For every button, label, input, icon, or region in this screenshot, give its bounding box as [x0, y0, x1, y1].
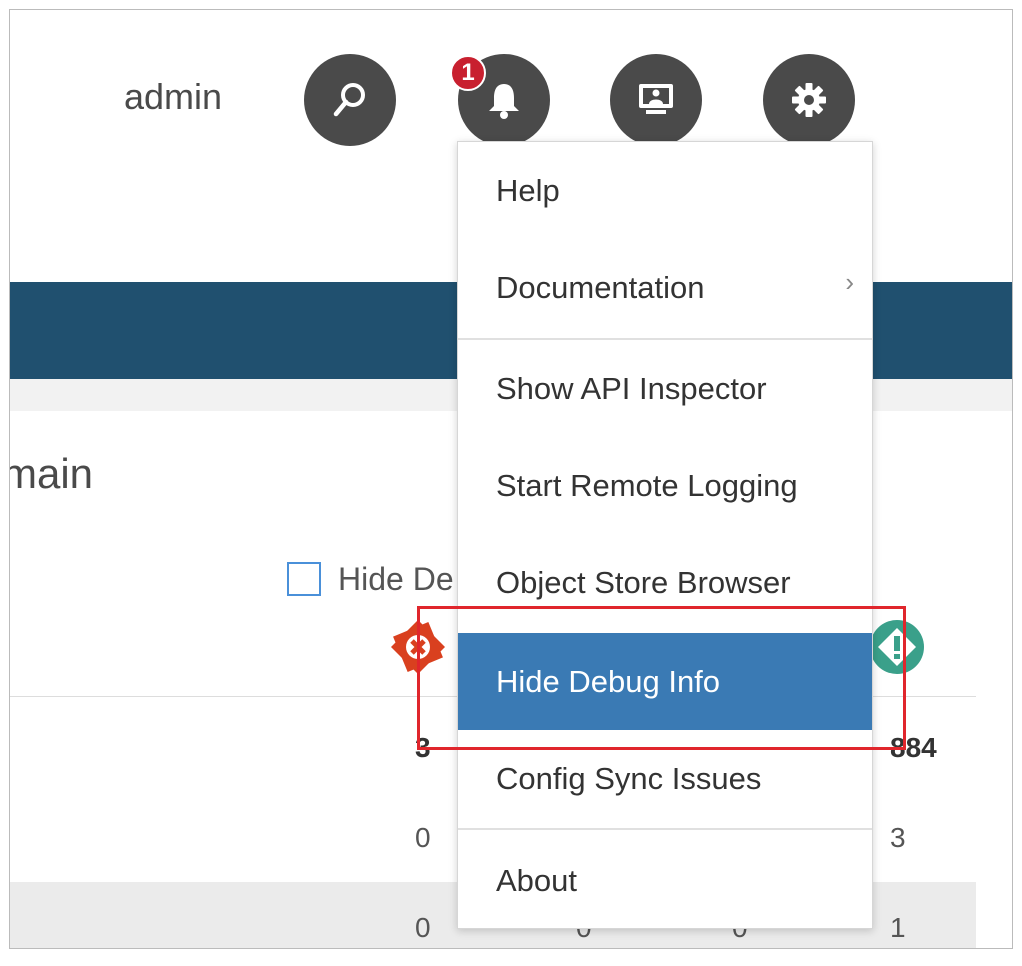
table-cell: 0 — [415, 822, 431, 853]
search-icon — [333, 83, 365, 117]
table-cell: 1 — [890, 912, 906, 943]
menu-item-label: Start Remote Logging — [496, 467, 798, 503]
menu-item-config-sync-issues[interactable]: Config Sync Issues — [458, 730, 872, 827]
hide-debug-checkbox-label: Hide De — [338, 561, 454, 597]
menu-item-label: Show API Inspector — [496, 370, 767, 406]
search-button[interactable] — [304, 54, 396, 146]
table-cell: 0 — [415, 912, 431, 943]
menu-item-hide-debug-info[interactable]: Hide Debug Info — [458, 633, 872, 730]
monitor-icon — [639, 84, 673, 114]
menu-item-label: Hide Debug Info — [496, 663, 721, 699]
table-cell: 884 — [890, 732, 937, 763]
page-title: main — [9, 450, 94, 497]
menu-separator — [458, 828, 872, 830]
chevron-right-icon: › — [845, 267, 854, 297]
app-frame: admin 1 main Hide De 3 884 0 3 0 1 Help … — [9, 9, 1013, 949]
menu-item-label: Config Sync Issues — [496, 760, 762, 796]
bell-icon — [489, 84, 519, 119]
hide-debug-checkbox[interactable] — [287, 562, 321, 596]
menu-item-show-api-inspector[interactable]: Show API Inspector — [458, 340, 872, 437]
settings-button[interactable] — [763, 54, 855, 146]
menu-item-label: Documentation — [496, 269, 705, 305]
username-label[interactable]: admin — [124, 76, 222, 118]
menu-item-label: About — [496, 862, 578, 898]
menu-item-label: Help — [496, 172, 560, 208]
table-cell: 3 — [890, 822, 906, 853]
menu-item-object-store-browser[interactable]: Object Store Browser — [458, 534, 872, 631]
menu-item-about[interactable]: About — [458, 832, 872, 929]
settings-dropdown-menu: Help Documentation › Show API Inspector … — [457, 141, 873, 929]
gear-icon — [792, 83, 826, 117]
menu-item-start-remote-logging[interactable]: Start Remote Logging — [458, 437, 872, 534]
warning-fault-icon — [870, 620, 924, 674]
critical-fault-icon — [391, 620, 445, 674]
menu-item-help[interactable]: Help — [458, 142, 872, 239]
remote-session-button[interactable] — [610, 54, 702, 146]
notification-badge: 1 — [450, 55, 486, 91]
menu-item-documentation[interactable]: Documentation › — [458, 239, 872, 336]
menu-item-label: Object Store Browser — [496, 564, 791, 600]
table-cell: 3 — [415, 732, 431, 763]
